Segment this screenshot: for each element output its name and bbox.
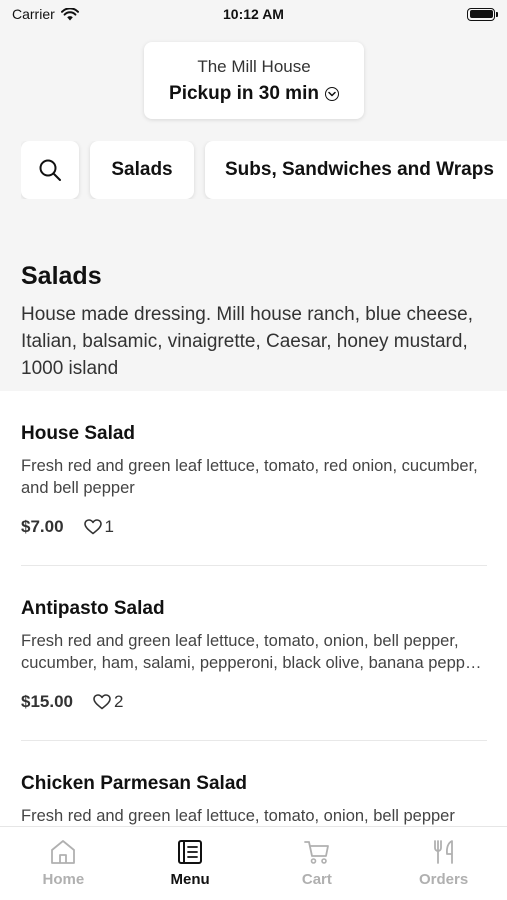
like-count[interactable]: 2 — [93, 692, 123, 712]
menu-item[interactable]: Antipasto Salad Fresh red and green leaf… — [21, 566, 487, 741]
item-price: $7.00 — [21, 517, 64, 536]
chevron-down-circle-icon — [324, 86, 339, 101]
tab-label: Menu — [170, 871, 210, 888]
tab-label: Home — [42, 871, 85, 888]
item-meta: $15.00 2 — [21, 692, 487, 712]
like-count[interactable]: 1 — [83, 517, 115, 537]
status-left: Carrier — [12, 6, 79, 22]
tab-orders[interactable]: Orders — [380, 827, 507, 900]
section-header: Salads House made dressing. Mill house r… — [21, 262, 487, 382]
battery-icon — [467, 7, 498, 21]
like-count-value: 2 — [114, 692, 124, 711]
item-meta: $7.00 1 — [21, 517, 487, 537]
search-icon — [39, 159, 61, 181]
menu-book-icon — [178, 840, 203, 864]
item-title: Antipasto Salad — [21, 598, 165, 619]
like-count-value: 1 — [104, 517, 115, 536]
category-chip-subs[interactable]: Subs, Sandwiches and Wraps — [205, 141, 507, 199]
heart-icon — [93, 694, 111, 710]
category-chip-salads[interactable]: Salads — [90, 141, 194, 199]
status-bar: Carrier 10:12 AM — [0, 0, 507, 28]
heart-icon — [83, 519, 102, 535]
store-pickup-selector[interactable]: The Mill House Pickup in 30 min — [144, 42, 364, 119]
tab-cart[interactable]: Cart — [254, 827, 381, 900]
wifi-icon — [60, 7, 79, 20]
home-icon — [51, 840, 76, 864]
menu-item[interactable]: Chicken Parmesan Salad Fresh red and gre… — [21, 741, 487, 826]
item-price: $15.00 — [21, 692, 73, 711]
section-description: House made dressing. Mill house ranch, b… — [21, 304, 474, 379]
category-chips: Salads Subs, Sandwiches and Wraps — [21, 141, 507, 199]
menu-items-list: House Salad Fresh red and green leaf let… — [0, 391, 507, 826]
item-description: Fresh red and green leaf lettuce, tomato… — [21, 457, 478, 497]
utensils-icon — [433, 840, 453, 864]
item-title: Chicken Parmesan Salad — [21, 773, 247, 794]
item-title: House Salad — [21, 423, 136, 444]
item-description: Fresh red and green leaf lettuce, tomato… — [21, 807, 455, 825]
pickup-row: Pickup in 30 min — [169, 83, 339, 105]
tab-label: Cart — [301, 871, 332, 888]
store-name: The Mill House — [197, 56, 311, 76]
tab-home[interactable]: Home — [0, 827, 127, 900]
tab-bar: Home Menu Cart Orders — [0, 826, 507, 900]
cart-icon — [303, 841, 329, 864]
menu-item[interactable]: House Salad Fresh red and green leaf let… — [21, 391, 487, 566]
pickup-time: Pickup in 30 min — [169, 82, 319, 104]
item-description: Fresh red and green leaf lettuce, tomato… — [21, 632, 480, 672]
carrier-label: Carrier — [12, 6, 55, 22]
tab-label: Orders — [419, 871, 469, 888]
section-title: Salads — [21, 262, 102, 290]
search-button[interactable] — [21, 141, 79, 199]
tab-menu[interactable]: Menu — [127, 827, 254, 900]
